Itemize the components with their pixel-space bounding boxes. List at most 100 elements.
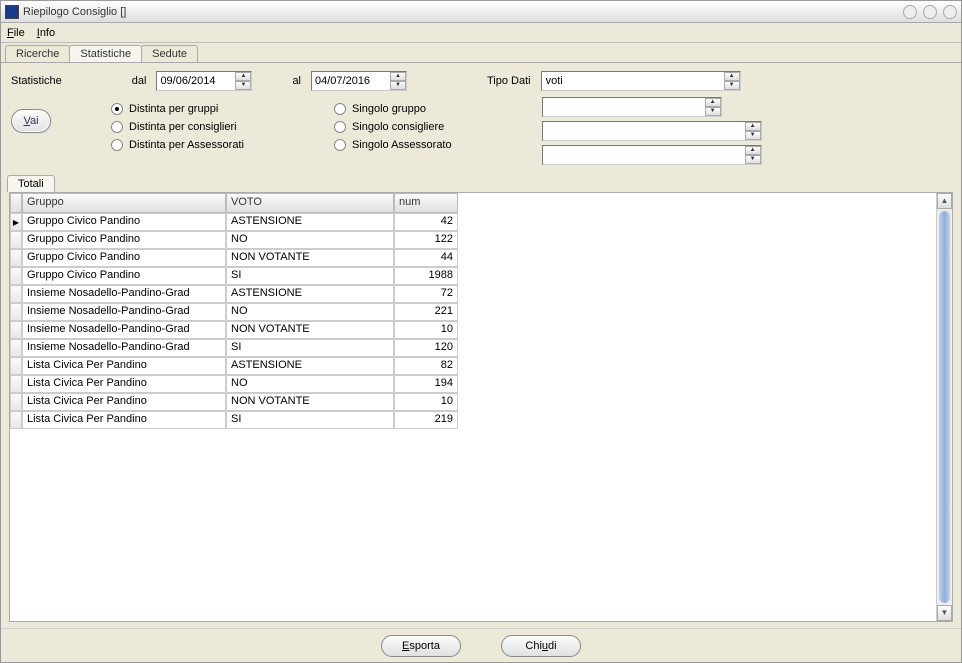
cell-num: 82 bbox=[394, 357, 458, 375]
dal-spinner[interactable]: ▲▼ bbox=[235, 72, 251, 90]
dal-value: 09/06/2014 bbox=[157, 75, 235, 87]
radio-dist-ass-label: Distinta per Assessorati bbox=[129, 139, 244, 151]
row-indicator bbox=[10, 303, 22, 321]
radio-sing-gruppo-label: Singolo gruppo bbox=[352, 103, 426, 115]
chiudi-button[interactable]: Chiudi bbox=[501, 635, 581, 657]
table-row[interactable]: Insieme Nosadello-Pandino-GradSI120 bbox=[10, 339, 952, 357]
sing-ass-combo[interactable]: ▲▼ bbox=[542, 145, 762, 165]
cell-voto: NO bbox=[226, 375, 394, 393]
al-input[interactable]: 04/07/2016 ▲▼ bbox=[311, 71, 407, 91]
row-indicator bbox=[10, 411, 22, 429]
app-icon bbox=[5, 5, 19, 19]
cell-num: 10 bbox=[394, 393, 458, 411]
row-indicator: ▶ bbox=[10, 213, 22, 231]
cell-gruppo: Gruppo Civico Pandino bbox=[22, 213, 226, 231]
cell-num: 221 bbox=[394, 303, 458, 321]
radio-dist-gruppi-label: Distinta per gruppi bbox=[129, 103, 218, 115]
tab-statistiche[interactable]: Statistiche bbox=[69, 45, 142, 62]
maximize-button[interactable] bbox=[923, 5, 937, 19]
scroll-thumb[interactable] bbox=[939, 211, 950, 603]
tipodati-combo[interactable]: voti ▲▼ bbox=[541, 71, 741, 91]
cell-num: 1988 bbox=[394, 267, 458, 285]
row-indicator bbox=[10, 231, 22, 249]
table-row[interactable]: Insieme Nosadello-Pandino-GradASTENSIONE… bbox=[10, 285, 952, 303]
cell-num: 194 bbox=[394, 375, 458, 393]
tipodati-drop-icon[interactable]: ▲▼ bbox=[724, 72, 740, 90]
row-indicator bbox=[10, 339, 22, 357]
table-row[interactable]: Lista Civica Per PandinoASTENSIONE82 bbox=[10, 357, 952, 375]
cell-voto: NO bbox=[226, 303, 394, 321]
dal-input[interactable]: 09/06/2014 ▲▼ bbox=[156, 71, 252, 91]
cell-gruppo: Lista Civica Per Pandino bbox=[22, 393, 226, 411]
row-indicator bbox=[10, 267, 22, 285]
table-row[interactable]: Lista Civica Per PandinoSI219 bbox=[10, 411, 952, 429]
sing-gruppo-combo[interactable]: ▲▼ bbox=[542, 97, 722, 117]
statistiche-label: Statistiche bbox=[11, 75, 62, 87]
table-row[interactable]: Insieme Nosadello-Pandino-GradNO221 bbox=[10, 303, 952, 321]
vai-button[interactable]: Vai bbox=[11, 109, 51, 133]
tab-sedute[interactable]: Sedute bbox=[141, 45, 198, 62]
col-num[interactable]: num bbox=[394, 193, 458, 213]
close-button[interactable] bbox=[943, 5, 957, 19]
al-value: 04/07/2016 bbox=[312, 75, 390, 87]
cell-gruppo: Lista Civica Per Pandino bbox=[22, 375, 226, 393]
menubar: File Info bbox=[1, 23, 961, 43]
tipodati-value: voti bbox=[542, 75, 724, 87]
radio-sing-gruppo[interactable] bbox=[334, 103, 346, 115]
radio-dist-cons-label: Distinta per consiglieri bbox=[129, 121, 237, 133]
cell-gruppo: Gruppo Civico Pandino bbox=[22, 231, 226, 249]
row-indicator bbox=[10, 375, 22, 393]
cell-num: 122 bbox=[394, 231, 458, 249]
cell-voto: SI bbox=[226, 339, 394, 357]
grid-header: Gruppo VOTO num bbox=[10, 193, 952, 213]
scroll-down-icon[interactable]: ▼ bbox=[937, 605, 952, 621]
cell-voto: SI bbox=[226, 267, 394, 285]
sub-tabs: Totali bbox=[1, 175, 961, 192]
table-row[interactable]: Gruppo Civico PandinoNON VOTANTE44 bbox=[10, 249, 952, 267]
subtab-totali[interactable]: Totali bbox=[7, 175, 55, 192]
scroll-up-icon[interactable]: ▲ bbox=[937, 193, 952, 209]
vertical-scrollbar[interactable]: ▲ ▼ bbox=[936, 193, 952, 621]
minimize-button[interactable] bbox=[903, 5, 917, 19]
row-indicator bbox=[10, 357, 22, 375]
app-window: Riepilogo Consiglio [] File Info Ricerch… bbox=[0, 0, 962, 663]
row-indicator bbox=[10, 393, 22, 411]
radio-sing-cons-label: Singolo consigliere bbox=[352, 121, 444, 133]
menu-file[interactable]: File bbox=[7, 27, 25, 39]
radio-sing-cons[interactable] bbox=[334, 121, 346, 133]
cell-num: 120 bbox=[394, 339, 458, 357]
cell-gruppo: Lista Civica Per Pandino bbox=[22, 411, 226, 429]
cell-gruppo: Insieme Nosadello-Pandino-Grad bbox=[22, 339, 226, 357]
dal-label: dal bbox=[132, 75, 147, 87]
al-spinner[interactable]: ▲▼ bbox=[390, 72, 406, 90]
cell-voto: NON VOTANTE bbox=[226, 321, 394, 339]
cell-voto: NON VOTANTE bbox=[226, 249, 394, 267]
table-row[interactable]: Gruppo Civico PandinoNO122 bbox=[10, 231, 952, 249]
row-indicator-header bbox=[10, 193, 22, 213]
menu-info[interactable]: Info bbox=[37, 27, 55, 39]
row-indicator bbox=[10, 249, 22, 267]
table-row[interactable]: Lista Civica Per PandinoNON VOTANTE10 bbox=[10, 393, 952, 411]
radio-sing-ass[interactable] bbox=[334, 139, 346, 151]
cell-voto: ASTENSIONE bbox=[226, 357, 394, 375]
cell-voto: NON VOTANTE bbox=[226, 393, 394, 411]
tab-ricerche[interactable]: Ricerche bbox=[5, 45, 70, 62]
cell-gruppo: Gruppo Civico Pandino bbox=[22, 267, 226, 285]
row-indicator bbox=[10, 321, 22, 339]
esporta-button[interactable]: Esporta bbox=[381, 635, 461, 657]
table-row[interactable]: Lista Civica Per PandinoNO194 bbox=[10, 375, 952, 393]
sing-cons-combo[interactable]: ▲▼ bbox=[542, 121, 762, 141]
table-row[interactable]: Gruppo Civico PandinoSI1988 bbox=[10, 267, 952, 285]
al-label: al bbox=[292, 75, 301, 87]
table-row[interactable]: Insieme Nosadello-Pandino-GradNON VOTANT… bbox=[10, 321, 952, 339]
main-tabs: Ricerche Statistiche Sedute bbox=[1, 43, 961, 62]
table-row[interactable]: ▶Gruppo Civico PandinoASTENSIONE42 bbox=[10, 213, 952, 231]
col-gruppo[interactable]: Gruppo bbox=[22, 193, 226, 213]
radio-dist-gruppi[interactable] bbox=[111, 103, 123, 115]
radio-dist-cons[interactable] bbox=[111, 121, 123, 133]
radio-dist-ass[interactable] bbox=[111, 139, 123, 151]
radio-sing-ass-label: Singolo Assessorato bbox=[352, 139, 452, 151]
col-voto[interactable]: VOTO bbox=[226, 193, 394, 213]
cell-voto: ASTENSIONE bbox=[226, 213, 394, 231]
cell-num: 10 bbox=[394, 321, 458, 339]
